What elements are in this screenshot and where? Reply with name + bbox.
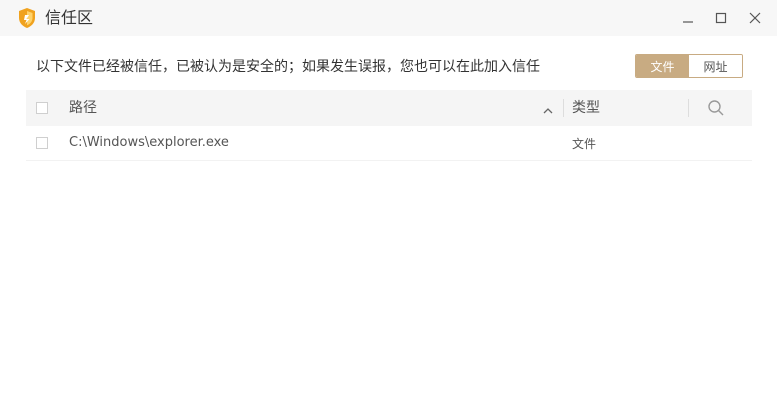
- column-divider: [563, 99, 564, 117]
- table-row[interactable]: C:\Windows\explorer.exe 文件: [26, 126, 752, 161]
- description-text: 以下文件已经被信任，已被认为是安全的；如果发生误报，您也可以在此加入信任: [36, 59, 540, 75]
- chevron-up-icon[interactable]: [542, 102, 554, 114]
- title-bar: 信任区: [0, 0, 777, 36]
- tab-url[interactable]: 网址: [689, 55, 742, 77]
- column-header-type[interactable]: 类型: [572, 99, 600, 117]
- maximize-button[interactable]: [709, 6, 733, 30]
- tab-file[interactable]: 文件: [636, 55, 689, 77]
- maximize-icon: [715, 12, 727, 24]
- column-divider: [688, 99, 689, 117]
- trust-zone-window: 信任区 以下文件已经被信任，已被认为是安全的；如果发生误报，您也可以在此加入信任…: [0, 0, 777, 400]
- close-button[interactable]: [743, 6, 767, 30]
- row-path: C:\Windows\explorer.exe: [69, 135, 229, 150]
- close-icon: [749, 12, 761, 24]
- column-header-path[interactable]: 路径: [69, 99, 97, 117]
- minimize-icon: [683, 21, 693, 23]
- type-switcher: 文件 网址: [635, 54, 743, 78]
- select-all-checkbox[interactable]: [36, 102, 48, 114]
- window-title: 信任区: [45, 8, 94, 27]
- row-type: 文件: [572, 137, 597, 151]
- minimize-button[interactable]: [676, 6, 700, 30]
- row-checkbox[interactable]: [36, 137, 48, 149]
- shield-icon: [17, 7, 37, 29]
- search-icon[interactable]: [707, 99, 725, 117]
- table-header: 路径 类型: [26, 90, 752, 126]
